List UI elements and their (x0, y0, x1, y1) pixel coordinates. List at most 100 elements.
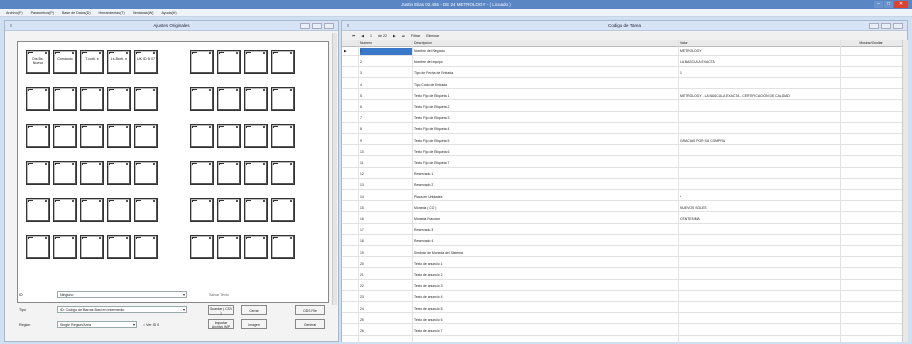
table-row[interactable]: 16 Moneda Fraccion CENTESIMA (342, 216, 902, 224)
row-number-cell[interactable]: 4 (360, 82, 412, 89)
row-description-cell[interactable]: Reservado 4 (414, 238, 678, 245)
left-scrollbar[interactable] (332, 33, 337, 305)
key-button[interactable] (53, 87, 77, 111)
row-number-cell[interactable]: 5 (360, 93, 412, 100)
nav-control[interactable]: 1 (370, 32, 372, 40)
key-button[interactable]: Dis.Bs. Nuevo (26, 50, 50, 74)
key-button[interactable] (134, 161, 158, 185)
key-button[interactable] (271, 50, 295, 74)
table-row[interactable]: 10 Texto Fijo de Etiqueta 6 (342, 149, 902, 157)
row-description-cell[interactable]: Simbolo de Moneda del Sistema (414, 250, 678, 257)
imagen-button[interactable]: Imagen (241, 319, 267, 329)
key-button[interactable] (53, 198, 77, 222)
row-number-cell[interactable]: 19 (360, 250, 412, 257)
panel-max-button[interactable] (312, 23, 322, 29)
row-number-cell[interactable]: 2 (360, 59, 412, 66)
row-number-cell[interactable]: 24 (360, 306, 412, 313)
key-button[interactable] (26, 161, 50, 185)
key-button[interactable] (244, 161, 268, 185)
key-button[interactable] (134, 235, 158, 259)
key-button[interactable] (26, 124, 50, 148)
key-button[interactable] (217, 87, 241, 111)
key-button[interactable] (217, 161, 241, 185)
importar-button[interactable]: Importar Archivo IMP (208, 319, 234, 329)
nav-control[interactable]: Eliminar (426, 32, 439, 40)
key-button[interactable] (26, 87, 50, 111)
key-button[interactable] (107, 235, 131, 259)
row-number-cell[interactable]: 18 (360, 238, 412, 245)
key-button[interactable] (80, 235, 104, 259)
table-row[interactable]: 21 Texto de anuncio 2 (342, 272, 902, 280)
column-header[interactable]: Numero (360, 40, 412, 47)
row-description-cell[interactable]: Texto Fijo de Etiqueta 2 (414, 104, 678, 111)
row-description-cell[interactable]: Moneda ( CO ) (414, 205, 678, 212)
table-row[interactable]: 7 Texto Fijo de Etiqueta 3 (342, 115, 902, 123)
row-description-cell[interactable]: Reservado 3 (414, 227, 678, 234)
table-row[interactable]: 9 Texto Fijo de Etiqueta 5 GRACIAS POR SU … (342, 138, 902, 146)
maximize-icon[interactable]: □ (884, 1, 893, 8)
row-number-cell[interactable]: 14 (360, 194, 412, 201)
row-description-cell[interactable]: Tipo de Fecha de Entrada (414, 70, 678, 77)
minimize-icon[interactable]: – (874, 1, 883, 8)
menu-item[interactable]: Base de Datos(D) (62, 9, 91, 16)
row-description-cell[interactable]: Texto Fijo de Etiqueta 1 (414, 93, 678, 100)
row-number-cell[interactable]: 8 (360, 126, 412, 133)
column-header[interactable]: Mostrar/Ocultar (842, 40, 900, 47)
key-button[interactable] (271, 161, 295, 185)
row-description-cell[interactable]: Texto Fijo de Etiqueta 3 (414, 115, 678, 122)
key-button[interactable] (217, 50, 241, 74)
table-row[interactable]: 18 Reservado 4 (342, 238, 902, 247)
key-button[interactable] (26, 198, 50, 222)
row-number-cell[interactable]: 12 (360, 171, 412, 178)
key-button[interactable] (80, 87, 104, 111)
row-description-cell[interactable]: Moneda Fraccion (414, 216, 678, 223)
panel-min-button[interactable] (300, 23, 310, 29)
table-row[interactable]: 5 Texto Fijo de Etiqueta 1 METROLOGY - LA … (342, 93, 902, 101)
row-description-cell[interactable]: Texto de anuncio 5 (414, 306, 678, 313)
row-number-cell[interactable]: 7 (360, 115, 412, 122)
row-description-cell[interactable]: Nombre del equipo (414, 59, 678, 66)
nav-control[interactable]: ⏭ (402, 32, 405, 40)
row-description-cell[interactable]: Texto de anuncio 6 (414, 317, 678, 324)
table-row[interactable]: 14 Placa en Unidades * (342, 194, 902, 202)
nav-control[interactable]: de 22 (378, 32, 387, 40)
row-description-cell[interactable]: Texto Fijo de Etiqueta 4 (414, 126, 678, 133)
row-number-cell[interactable]: 3 (360, 70, 412, 77)
table-row[interactable]: 17 Reservado 3 (342, 227, 902, 235)
panel-close-button[interactable] (324, 23, 334, 29)
tipo-select[interactable]: ID: Codigo de Barras Basi en intermedio ▾ (57, 306, 187, 313)
key-button[interactable] (190, 124, 214, 148)
key-button[interactable] (190, 198, 214, 222)
region-select[interactable]: Single Region/Area ▾ (57, 321, 137, 328)
row-number-cell[interactable]: 11 (360, 160, 412, 167)
row-description-cell[interactable]: Nombre del Negocio (414, 48, 678, 55)
row-description-cell[interactable]: Texto de anuncio 4 (414, 294, 678, 301)
table-row[interactable]: 15 Moneda ( CO ) NUEVOS SOLES (342, 205, 902, 213)
row-description-cell[interactable]: Reservado 2 (414, 182, 678, 189)
key-button[interactable] (53, 161, 77, 185)
key-button[interactable] (244, 50, 268, 74)
key-button[interactable] (107, 124, 131, 148)
row-value-cell[interactable]: NUEVOS SOLES (680, 205, 840, 212)
row-number-cell[interactable]: 17 (360, 227, 412, 234)
key-button[interactable] (190, 161, 214, 185)
row-description-cell[interactable]: Texto Fijo de Etiqueta 6 (414, 149, 678, 156)
ods-file-button[interactable]: ODS File (295, 305, 325, 315)
row-description-cell[interactable]: Texto de anuncio 3 (414, 283, 678, 290)
row-description-cell[interactable]: Placa en Unidades (414, 194, 678, 201)
table-row[interactable]: 19 Simbolo de Moneda del Sistema (342, 250, 902, 258)
cerrar-button[interactable]: Cerrar (241, 305, 267, 315)
nav-control[interactable]: ◀ (361, 32, 364, 40)
key-button[interactable] (190, 50, 214, 74)
menu-item[interactable]: Ventanas(W) (133, 9, 154, 16)
row-description-cell[interactable]: Reservado 1 (414, 171, 678, 178)
nav-control[interactable]: ▶ (393, 32, 396, 40)
row-value-cell[interactable]: CENTESIMA (680, 216, 840, 223)
key-button[interactable]: T.corti. e (80, 50, 104, 74)
key-button[interactable]: UK ID B 07 (134, 50, 158, 74)
key-button[interactable] (53, 124, 77, 148)
key-button[interactable]: Comando (53, 50, 77, 74)
menu-item[interactable]: Ayuda(H) (161, 9, 176, 16)
table-row[interactable]: 20 Texto de anuncio 1 (342, 261, 902, 269)
key-button[interactable] (190, 87, 214, 111)
